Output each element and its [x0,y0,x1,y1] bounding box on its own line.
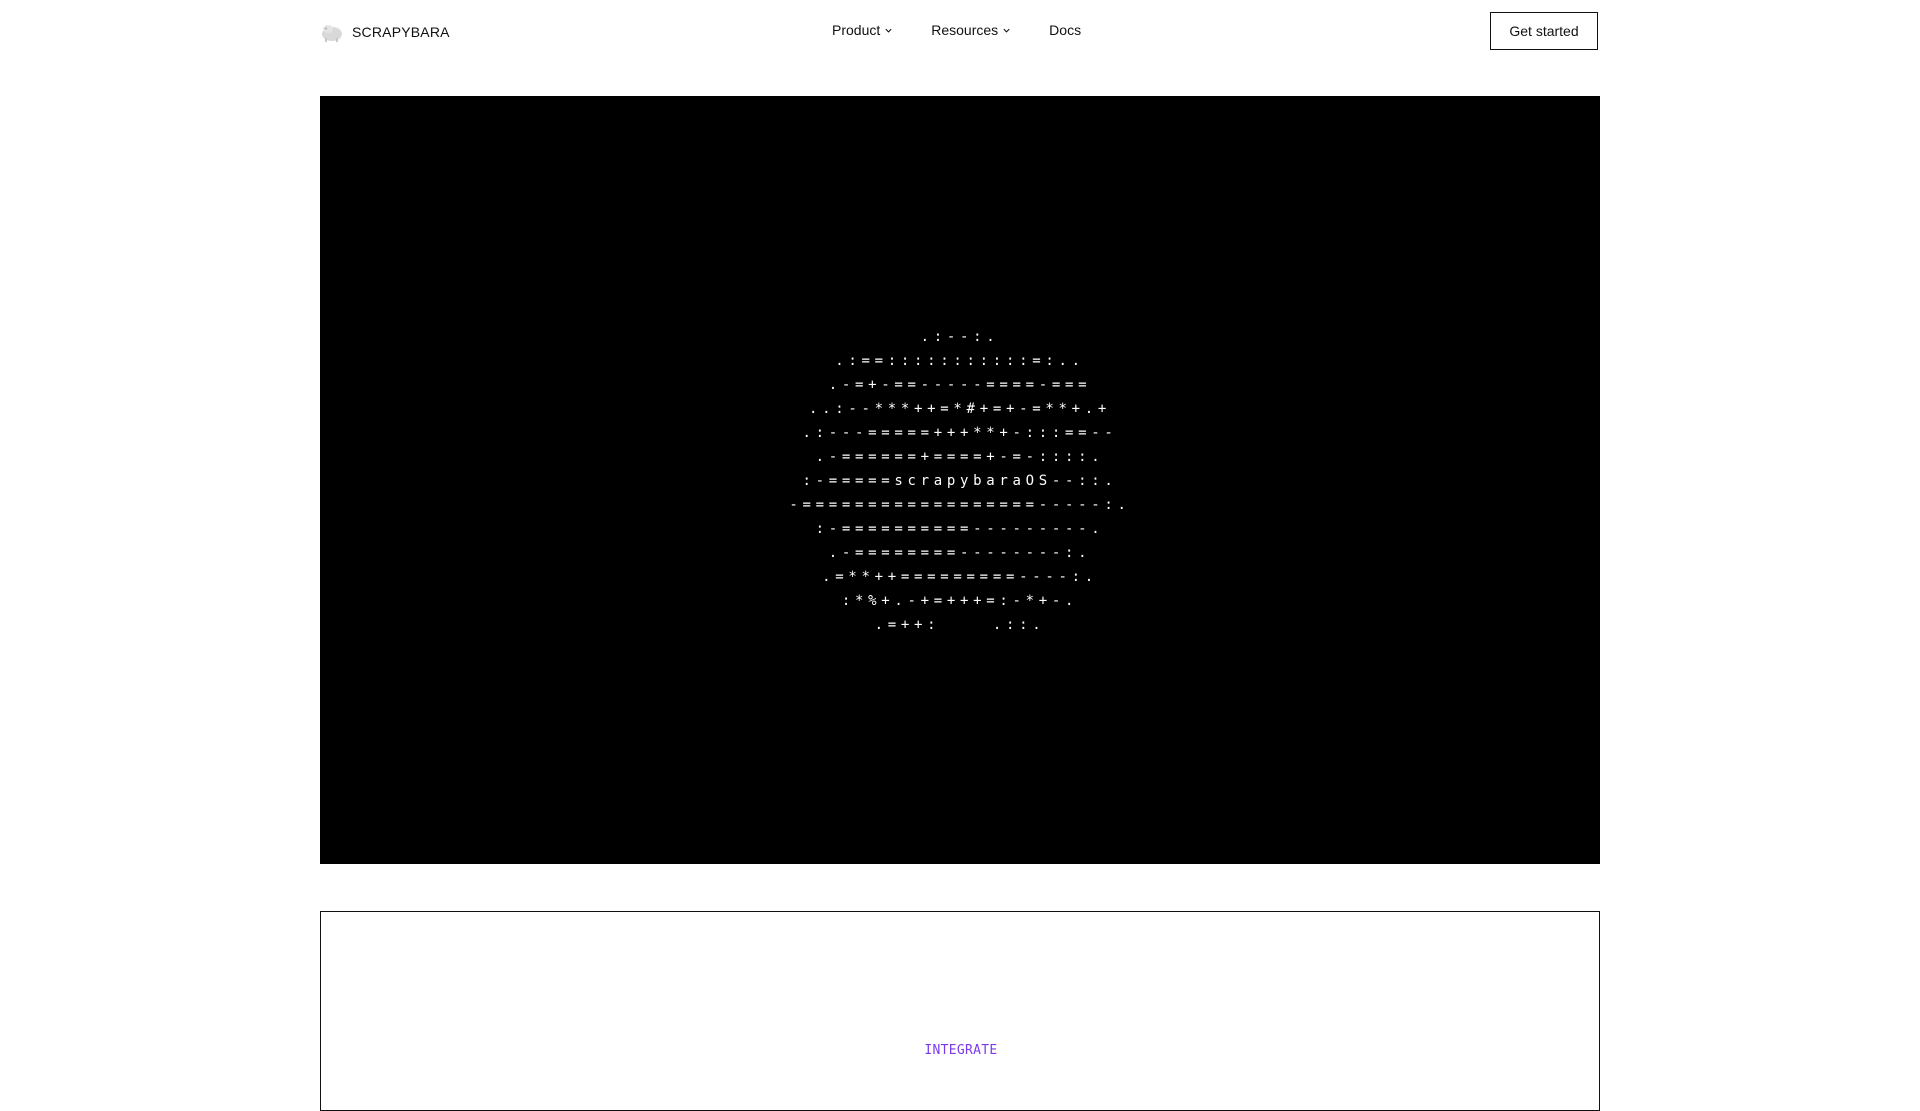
brand-home-link[interactable]: SCRAPYBARA [320,20,450,44]
ascii-line: .-========--------:. [828,545,1092,561]
section-tag: INTEGRATE [924,1043,998,1058]
nav-item-resources[interactable]: Resources [931,22,1011,38]
ascii-line: .-=+-==-----====-=== [828,377,1092,393]
ascii-line: .=**++=========----:. [822,569,1098,585]
ascii-line: .=++: .::. [874,617,1046,633]
ascii-line: .-======+====+-=-::::. [815,449,1105,465]
nav-item-label: Docs [1049,22,1082,38]
ascii-art: .:--:..:==:::::::::::=:...-=+-==-----===… [320,325,1600,637]
ascii-line: :-=====scrapybaraOS--::. [802,473,1118,489]
ascii-line: ..:--***++=*#+=+-=**+.+ [809,401,1111,417]
ascii-line: :*%+.-+=+++=:-*+-. [841,593,1079,609]
site-header: SCRAPYBARA Product Resources Docs Get st… [0,0,1920,64]
hero-ascii-panel: .:--:..:==:::::::::::=:...-=+-==-----===… [320,96,1600,864]
main-nav: Product Resources Docs [832,22,1081,38]
ascii-line: -==================-----:. [789,497,1131,513]
ascii-line: :-==========---------. [815,521,1105,537]
integrate-section: INTEGRATE [320,911,1600,1111]
chevron-down-icon [885,28,892,33]
nav-item-docs[interactable]: Docs [1049,22,1081,38]
ascii-line: .:--:. [920,329,1000,345]
nav-item-product[interactable]: Product [832,22,893,38]
get-started-button[interactable]: Get started [1490,12,1598,50]
chevron-down-icon [1003,28,1010,33]
capybara-logo-icon [322,25,342,42]
nav-item-label: Product [832,22,881,38]
ascii-line: .:---=====+++**+-:::==-- [802,425,1118,441]
ascii-line: .:==:::::::::::=:.. [835,353,1085,369]
brand-name: SCRAPYBARA [352,24,450,40]
nav-item-label: Resources [931,22,999,38]
